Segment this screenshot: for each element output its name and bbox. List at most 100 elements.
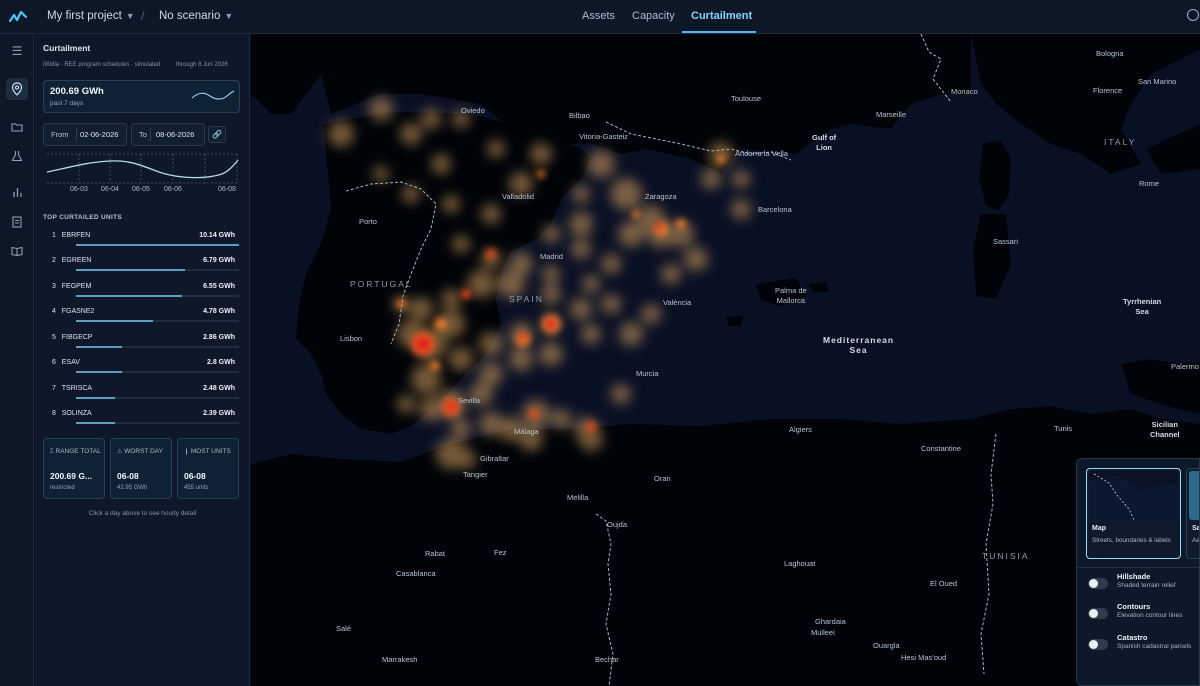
map-place-label: Oviedo [461,106,485,115]
unit-name: 8 SOLINZA [52,410,92,417]
unit-name: 4 FGASNE2 [52,308,94,315]
map-place-label: Murcia [636,369,659,378]
map-place-label: Florence [1093,86,1123,95]
unit-bar-fill [76,269,186,271]
scenario-selector[interactable]: No scenario ▼ [159,10,233,22]
map-place-label: Tunis [1054,424,1073,433]
unit-bar-fill [76,295,182,297]
field-divider [76,128,77,141]
map-place-label: Marrakesh [382,655,418,664]
map-place-label: Ouargla [873,641,900,650]
unit-value: 2.39 GWh [203,410,235,417]
from-label: From [51,130,69,139]
unit-rank: 4 [52,308,56,315]
unit-name: 5 FIBGECP [52,334,92,341]
unit-row[interactable]: 3 FEGPEM 6.55 GWh [43,280,239,305]
map-place-label: Barcelona [758,205,792,214]
unit-bar-fill [76,422,116,424]
link-icon[interactable]: 🔗 [208,126,226,143]
bar-chart-icon[interactable] [6,182,28,204]
map-place-label: Sicilian Channel [1150,420,1180,439]
catastro-desc: Spanish cadastral parcels [1117,643,1192,650]
folder-icon[interactable] [6,116,28,138]
chevron-down-icon: ▼ [125,11,135,21]
catastro-toggle[interactable] [1088,639,1108,650]
book-icon[interactable] [6,240,28,262]
map-place-label: Palma de Mallorca [775,286,807,305]
basemap-tile-satellite[interactable]: Sa Ae [1186,468,1199,559]
map-place-label: Oujda [607,520,628,529]
map-layers-panel: Map Streets, boundaries & labels Sa Ae H… [1076,458,1200,686]
kpi-sparkline [191,90,235,100]
tab-assets[interactable]: Assets [582,10,615,22]
map-place-label: Toulouse [731,94,762,103]
unit-label: FEGPEM [61,283,92,290]
chevron-down-icon: ▼ [224,11,234,21]
map-place-label: Gibraltar [480,454,509,463]
from-date-value: 02-06-2026 [80,130,119,139]
unit-rank: 7 [52,385,56,392]
stat-card[interactable]: Σ RANGE TOTAL 200.69 G... restricted [43,438,105,499]
map-place-label: Oran [654,474,671,483]
unit-value: 6.55 GWh [203,283,235,290]
map-place-label: Constantine [921,444,962,453]
stat-sub: 455 units [184,485,209,491]
through-date-label: through 8 Jun 2026 [176,62,228,68]
to-date-field[interactable]: To 08-06-2026 [131,123,205,146]
from-date-field[interactable]: From 02-06-2026 [43,123,127,146]
project-selector[interactable]: My first project ▼ [47,10,135,22]
map-place-label: Tangier [463,470,488,479]
tab-capacity[interactable]: Capacity [632,10,675,22]
stat-card[interactable]: ❙ MOST UNITS 06-08 455 units [177,438,239,499]
stat-card[interactable]: ⚠ WORST DAY 06-08 42.95 GWh [110,438,172,499]
hillshade-toggle[interactable] [1088,578,1108,589]
catastro-label: Catastro [1117,633,1148,642]
total-kpi-card[interactable]: 200.69 GWh past 7 days [43,80,240,113]
chart-tick[interactable]: 06-08 [218,186,236,193]
map-place-label: Sevilla [458,396,481,405]
chart-tick[interactable]: 06-03 [70,186,88,193]
unit-value: 2.48 GWh [203,385,235,392]
map-canvas[interactable]: BordeauxBolognaSan MarinoMonacoFlorenceT… [251,34,1200,686]
map-place-label: Monaco [951,87,978,96]
unit-value: 2.86 GWh [203,334,235,341]
unit-row[interactable]: 5 FIBGECP 2.86 GWh [43,331,239,356]
unit-row[interactable]: 7 TSRISCA 2.48 GWh [43,382,239,407]
unit-value: 10.14 GWh [199,232,235,239]
chart-tick[interactable]: 06-06 [164,186,182,193]
map-place-label: Algiers [789,425,812,434]
daily-curtailment-chart[interactable] [47,152,239,186]
app-logo-icon[interactable] [9,9,27,25]
unit-name: 6 ESAV [52,359,80,366]
map-place-label: Rome [1139,179,1160,188]
basemap-tile-map[interactable]: Map Streets, boundaries & labels [1086,468,1181,559]
unit-rank: 3 [52,283,56,290]
unit-row[interactable]: 1 EBRFEN 10.14 GWh [43,229,239,254]
unit-row[interactable]: 8 SOLINZA 2.39 GWh [43,407,239,432]
user-icon[interactable] [1187,9,1199,21]
map-place-label: Ghardaia [815,617,846,626]
menu-icon[interactable]: ☰ [6,40,28,62]
to-date-value: 08-06-2026 [156,130,195,139]
contours-toggle[interactable] [1088,608,1108,619]
unit-row[interactable]: 2 EGREEN 6.79 GWh [43,254,239,279]
unit-row[interactable]: 4 FGASNE2 4.78 GWh [43,305,239,330]
chart-tick[interactable]: 06-05 [132,186,150,193]
flask-icon[interactable] [6,145,28,167]
unit-rank: 5 [52,334,56,341]
contours-label: Contours [1117,602,1151,611]
map-place-label: Lisbon [340,334,363,343]
map-place-label: TUNISIA [982,551,1030,561]
document-icon[interactable] [6,211,28,233]
unit-value: 4.78 GWh [203,308,235,315]
unit-rank: 2 [52,257,56,264]
unit-rank: 6 [52,359,56,366]
map-place-label: San Marino [1138,77,1177,86]
field-divider [150,128,151,141]
tab-curtailment[interactable]: Curtailment [691,10,752,22]
top-units-heading: TOP CURTAILED UNITS [43,214,123,221]
map-pin-icon[interactable] [6,78,28,100]
basemap-desc: Streets, boundaries & labels [1092,537,1171,544]
chart-tick[interactable]: 06-04 [101,186,119,193]
unit-row[interactable]: 6 ESAV 2.8 GWh [43,356,239,381]
